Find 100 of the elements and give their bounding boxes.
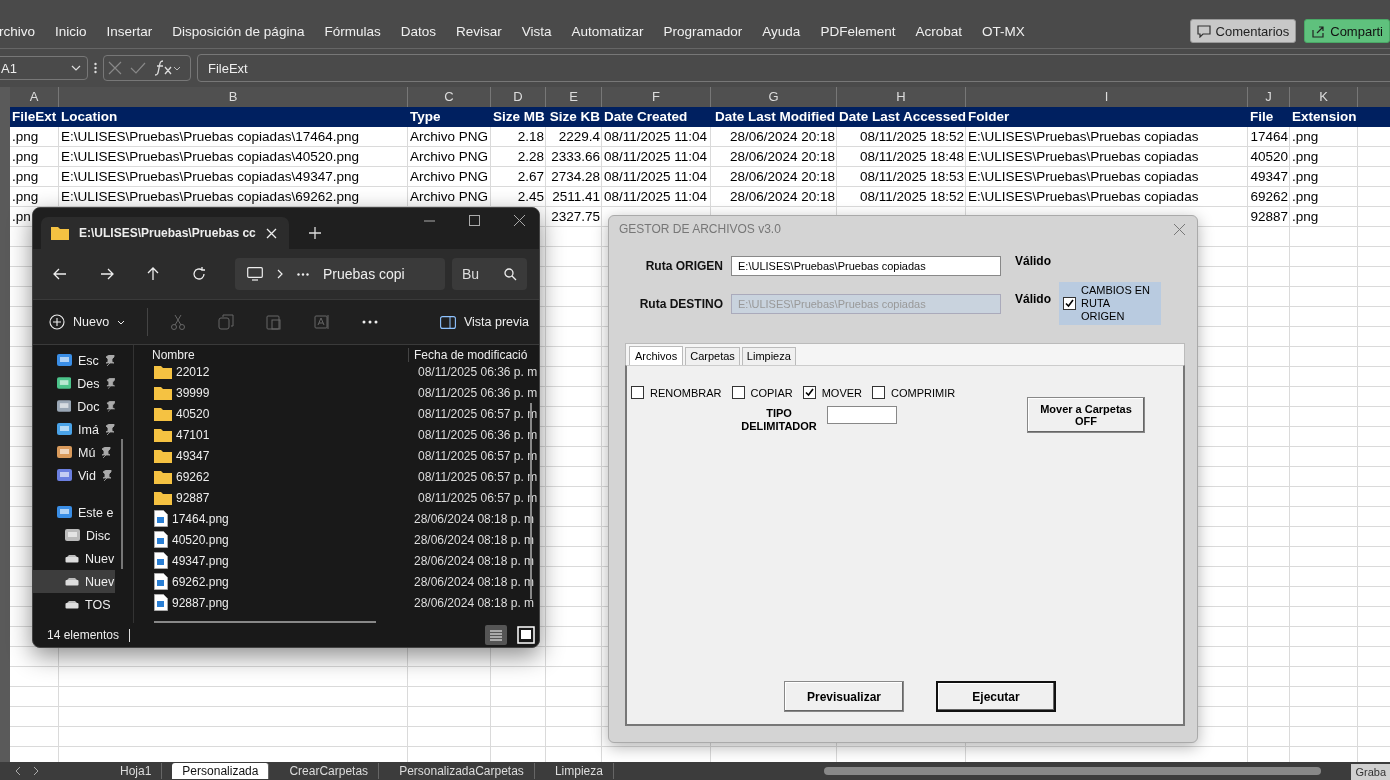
sidebar-item[interactable]: Nuev [33,547,115,570]
search-field[interactable]: Bu [452,258,527,290]
menu-tab[interactable]: Fórmulas [314,23,391,39]
scrollbar[interactable] [530,403,532,599]
back-icon[interactable] [53,268,67,280]
option-checkbox[interactable]: MOVER [802,386,863,399]
share-button[interactable]: Comparti [1304,19,1390,43]
menu-tab[interactable]: rchivo [0,23,45,39]
column-header[interactable]: Fecha de modificació [408,348,528,362]
address-bar[interactable]: Pruebas copi [235,258,445,290]
menu-tab[interactable]: Programador [653,23,753,39]
menu-tab[interactable]: Ayuda [752,23,811,39]
tiles-view-icon[interactable] [517,626,535,644]
menu-tab[interactable]: Acrobat [905,23,972,39]
file-name[interactable]: 92887.png [172,595,410,610]
dialog-tab[interactable]: Limpieza [741,347,796,365]
sheet-tab[interactable]: CrearCarpetas [279,763,380,779]
checkbox[interactable] [631,386,644,399]
path-field[interactable]: E:\ULISES\Pruebas\Pruebas copiadas [731,256,1001,276]
menu-tab[interactable]: Vista [511,23,562,39]
next-sheet-icon[interactable] [32,766,40,776]
dialog-tab[interactable]: Archivos [629,346,684,365]
monitor-icon [247,267,263,281]
sidebar-item[interactable]: Imá [33,418,115,441]
file-name[interactable]: 92887 [176,490,414,505]
column-header[interactable]: Nombre [134,348,408,362]
file-name[interactable]: 22012 [176,364,414,379]
sidebar-item[interactable]: Vid [33,464,115,487]
more-icon[interactable] [94,62,97,74]
sheet-tab[interactable]: Limpieza [544,763,614,779]
menu-tab[interactable]: Datos [390,23,446,39]
minimize-icon[interactable] [424,219,435,222]
file-name[interactable]: 17464.png [172,511,410,526]
sheet-tab[interactable]: Personalizada [172,763,270,779]
file-name[interactable]: 49347 [176,448,414,463]
sidebar-item[interactable]: Este e [33,501,115,524]
dialog-button[interactable]: Previsualizar [784,681,904,712]
sidebar-item[interactable]: Disc [33,524,115,547]
checkbox[interactable] [802,386,816,399]
sidebar-item[interactable]: Doc [33,395,115,418]
sheet-tab[interactable]: Hoja1 [110,763,163,779]
folder-icon [154,427,172,442]
dialog-button[interactable]: Ejecutar [936,681,1056,712]
record-button[interactable]: Graba [1351,764,1390,780]
same-path-checkbox[interactable]: CAMBIOS EN RUTA ORIGEN [1059,282,1161,325]
dialog-tab[interactable]: Carpetas [685,347,740,365]
scrollbar[interactable] [823,767,1322,775]
file-name[interactable]: 47101 [176,427,414,442]
sidebar-item[interactable]: Esc [33,349,115,372]
delimiter-field[interactable] [827,406,897,424]
scrollbar[interactable] [154,621,376,623]
formula-controls[interactable] [103,55,191,81]
menu-tab[interactable]: Inicio [45,23,97,39]
sidebar-item[interactable]: Nuev [33,570,115,593]
details-view-icon[interactable] [485,625,507,645]
file-name[interactable]: 69262 [176,469,414,484]
move-folders-button[interactable]: Mover a Carpetas OFF [1027,397,1145,433]
new-button[interactable]: Nuevo [49,314,126,330]
sidebar-item[interactable]: Mú [33,441,115,464]
forward-icon[interactable] [100,268,114,280]
menu-tab[interactable]: PDFelement [810,23,906,39]
close-icon[interactable] [514,215,525,226]
menu-tab[interactable]: Revisar [445,23,512,39]
previous-sheet-icon[interactable] [14,766,22,776]
rename-icon[interactable] [314,314,331,330]
comments-button[interactable]: Comentarios [1189,19,1297,43]
option-checkbox[interactable]: COPIAR [731,386,793,399]
cancel-icon [108,61,122,75]
checkbox[interactable] [872,386,886,399]
table-cell-text: .png [11,168,40,186]
file-name[interactable]: 40520 [176,406,414,421]
status-text: Válido [1014,254,1052,268]
table-cell-text: .png [11,188,40,206]
sheet-tab[interactable]: PersonalizadaCarpetas [389,763,535,779]
up-icon[interactable] [147,267,159,281]
checkbox[interactable] [1063,297,1076,310]
menu-tab[interactable]: Disposición de página [162,23,315,39]
file-name[interactable]: 69262.png [172,574,410,589]
sidebar-item[interactable]: TOS [33,593,115,616]
new-tab-icon[interactable] [308,227,321,239]
menu-tab[interactable]: Insertar [96,23,163,39]
checkbox[interactable] [731,386,745,399]
file-name[interactable]: 40520.png [172,532,410,547]
more-icon[interactable] [362,320,379,324]
sidebar-item[interactable]: Des [33,372,115,395]
window-tab[interactable]: E:\ULISES\Pruebas\Pruebas cc [41,217,289,249]
option-checkbox[interactable]: RENOMBRAR [631,386,722,399]
preview-button[interactable]: Vista previa [439,315,529,329]
maximize-icon[interactable] [469,215,480,226]
menu-tab[interactable]: Automatizar [561,23,654,39]
formula-field[interactable]: FileExt [197,54,1390,82]
file-name[interactable]: 39999 [176,385,414,400]
option-checkbox[interactable]: COMPRIMIR [872,386,956,399]
menu-tab[interactable]: OT-MX [971,23,1035,39]
file-name[interactable]: 49347.png [172,553,410,568]
refresh-icon[interactable] [192,267,206,281]
table-cell-text: E:\ULISES\Pruebas\Pruebas copiadas\40520.png [60,148,360,166]
cut-icon[interactable] [170,314,187,330]
name-box[interactable]: A1 [0,56,88,80]
table-cell-text: 69262 [1249,188,1289,206]
